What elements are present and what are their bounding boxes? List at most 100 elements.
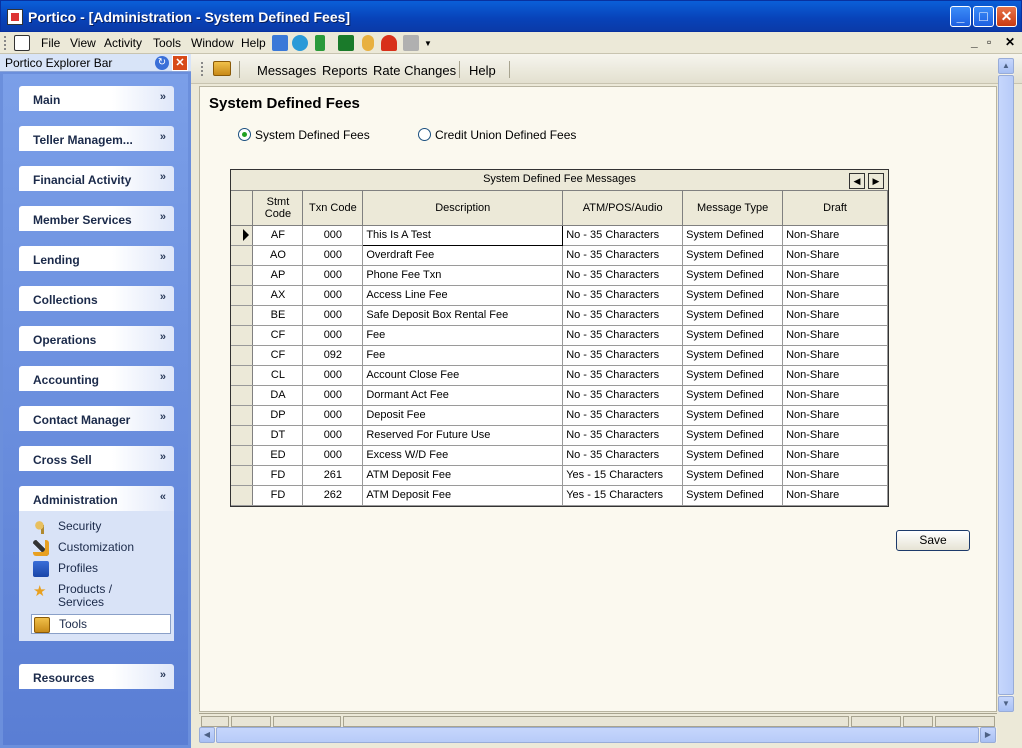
column-header-description[interactable]: Description [362,191,564,226]
column-header-atm-pos-audio[interactable]: ATM/POS/Audio [562,191,684,226]
atm-pos-audio-cell[interactable]: No - 35 Characters [562,365,684,386]
txn-code-cell[interactable]: 000 [302,305,364,326]
menu-activity[interactable]: Activity [104,36,142,50]
table-row[interactable]: AP 000 Phone Fee Txn No - 35 Characters Syst… [231,265,888,286]
stmt-code-cell[interactable]: FD [252,485,304,506]
network-icon[interactable] [292,35,308,51]
description-cell[interactable]: Access Line Fee [362,285,564,306]
atm-pos-audio-cell[interactable]: Yes - 15 Characters [562,485,684,506]
message-type-cell[interactable]: System Defined [682,425,784,446]
row-selector[interactable] [231,365,254,386]
toolbar-reports[interactable]: Reports [322,63,368,78]
grid-next-icon[interactable]: ▶ [868,173,884,189]
atm-pos-audio-cell[interactable]: No - 35 Characters [562,325,684,346]
row-selector[interactable] [231,265,254,286]
atm-pos-audio-cell[interactable]: No - 35 Characters [562,265,684,286]
description-cell[interactable]: Excess W/D Fee [362,445,564,466]
description-cell[interactable]: Safe Deposit Box Rental Fee [362,305,564,326]
table-row[interactable]: DT 000 Reserved For Future Use No - 35 Char… [231,425,888,446]
message-type-cell[interactable]: System Defined [682,345,784,366]
stmt-code-cell[interactable]: FD [252,465,304,486]
menu-help[interactable]: Help [241,36,266,50]
description-cell[interactable]: Fee [362,345,564,366]
column-header-message-type[interactable]: Message Type [682,191,784,226]
atm-pos-audio-cell[interactable]: No - 35 Characters [562,425,684,446]
stmt-code-cell[interactable]: AP [252,265,304,286]
group-contact-manager[interactable]: Contact Manager » [19,406,174,431]
description-cell[interactable]: Account Close Fee [362,365,564,386]
row-selector[interactable] [231,425,254,446]
close-button[interactable]: ✕ [996,6,1017,27]
table-row[interactable]: ED 000 Excess W/D Fee No - 35 Characters Sys… [231,445,888,466]
draft-cell[interactable]: Non-Share [782,365,888,386]
vertical-scrollbar[interactable]: ▲ ▼ [998,58,1014,712]
explorer-close-button[interactable]: ✕ [172,55,188,71]
message-type-cell[interactable]: System Defined [682,305,784,326]
description-cell[interactable]: This Is A Test [362,224,564,246]
sidebar-item-security[interactable]: Security [33,517,169,537]
description-cell[interactable]: Phone Fee Txn [362,265,564,286]
draft-cell[interactable]: Non-Share [782,285,888,306]
message-type-cell[interactable]: System Defined [682,485,784,506]
row-selector[interactable] [231,325,254,346]
group-lending[interactable]: Lending » [19,246,174,271]
txn-code-cell[interactable]: 000 [302,225,364,246]
stmt-code-cell[interactable]: AF [252,225,304,246]
maximize-button[interactable]: □ [973,6,994,27]
table-row[interactable]: DP 000 Deposit Fee No - 35 Characters System… [231,405,888,426]
txn-code-cell[interactable]: 000 [302,245,364,266]
column-header-txn-code[interactable]: Txn Code [302,191,364,226]
mdi-minimize-button[interactable]: _ [971,35,978,49]
redo-icon[interactable] [381,35,397,51]
scroll-down-icon[interactable]: ▼ [998,696,1014,712]
atm-pos-audio-cell[interactable]: No - 35 Characters [562,285,684,306]
description-cell[interactable]: Dormant Act Fee [362,385,564,406]
stmt-code-cell[interactable]: AX [252,285,304,306]
description-cell[interactable]: Fee [362,325,564,346]
group-teller-management[interactable]: Teller Managem... » [19,126,174,151]
stmt-code-cell[interactable]: CF [252,345,304,366]
coin-icon[interactable] [362,35,374,51]
txn-code-cell[interactable]: 000 [302,385,364,406]
description-cell[interactable]: ATM Deposit Fee [362,465,564,486]
menu-tools[interactable]: Tools [153,36,181,50]
cash-icon[interactable] [338,35,354,51]
row-selector[interactable] [231,485,254,506]
atm-pos-audio-cell[interactable]: No - 35 Characters [562,305,684,326]
txn-code-cell[interactable]: 000 [302,445,364,466]
sidebar-item-tools[interactable]: Tools [31,614,171,634]
row-selector[interactable] [231,385,254,406]
message-type-cell[interactable]: System Defined [682,225,784,246]
atm-pos-audio-cell[interactable]: No - 35 Characters [562,245,684,266]
description-cell[interactable]: Reserved For Future Use [362,425,564,446]
group-financial-activity[interactable]: Financial Activity » [19,166,174,191]
message-type-cell[interactable]: System Defined [682,245,784,266]
group-cross-sell[interactable]: Cross Sell » [19,446,174,471]
app-menu-icon[interactable] [14,35,30,51]
sidebar-item-customization[interactable]: Customization [33,538,169,558]
group-collections[interactable]: Collections » [19,286,174,311]
group-accounting[interactable]: Accounting » [19,366,174,391]
table-row[interactable]: AF 000 This Is A Test No - 35 Characters Sys… [231,224,888,246]
table-row[interactable]: FD 261 ATM Deposit Fee Yes - 15 Characters S… [231,465,888,486]
message-type-cell[interactable]: System Defined [682,405,784,426]
scroll-left-icon[interactable]: ◀ [199,727,215,743]
draft-cell[interactable]: Non-Share [782,445,888,466]
stmt-code-cell[interactable]: BE [252,305,304,326]
table-row[interactable]: BE 000 Safe Deposit Box Rental Fee No - 35 … [231,305,888,326]
dropdown-arrow-icon[interactable]: ▼ [424,39,432,48]
printer-icon[interactable] [403,35,419,51]
description-cell[interactable]: ATM Deposit Fee [362,485,564,506]
table-row[interactable]: DA 000 Dormant Act Fee No - 35 Characters Sy… [231,385,888,406]
txn-code-cell[interactable]: 261 [302,465,364,486]
draft-cell[interactable]: Non-Share [782,225,888,246]
row-selector[interactable] [231,465,254,486]
txn-code-cell[interactable]: 092 [302,345,364,366]
menu-view[interactable]: View [70,36,96,50]
scroll-thumb[interactable] [998,75,1014,695]
dollar-icon[interactable] [315,35,325,51]
scroll-right-icon[interactable]: ▶ [980,727,996,743]
message-type-cell[interactable]: System Defined [682,465,784,486]
message-type-cell[interactable]: System Defined [682,285,784,306]
message-type-cell[interactable]: System Defined [682,265,784,286]
